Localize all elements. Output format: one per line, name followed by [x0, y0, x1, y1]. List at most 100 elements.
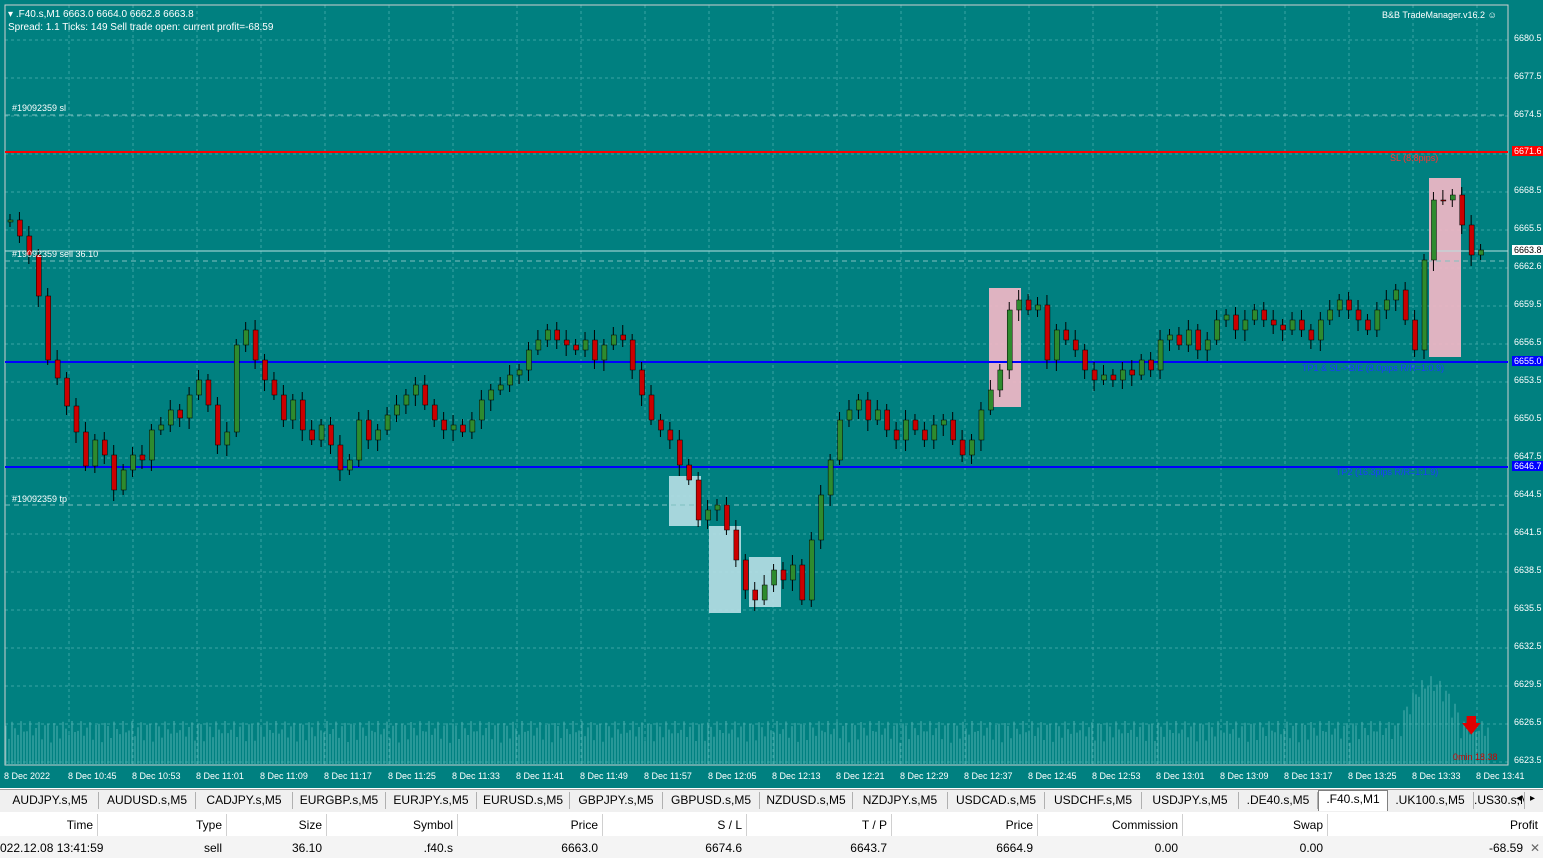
bear-candle — [252, 329, 259, 361]
symbol-tab[interactable]: EURGBP.s,M5 — [293, 792, 386, 809]
time-tick-label: 8 Dec 13:01 — [1156, 771, 1205, 781]
column-header[interactable]: Type — [196, 818, 222, 832]
bear-candle — [1270, 319, 1277, 326]
column-header[interactable]: Price — [571, 818, 598, 832]
column-header[interactable]: Size — [299, 818, 322, 832]
bear-candle — [299, 399, 306, 431]
bear-candle — [950, 419, 956, 441]
bull-candle — [168, 409, 174, 426]
symbol-tab[interactable]: AUDUSD.s,M5 — [99, 792, 196, 809]
bear-candle — [281, 394, 287, 421]
column-header[interactable]: Profit — [1510, 818, 1538, 832]
time-tick-label: 8 Dec 12:37 — [964, 771, 1013, 781]
bear-candle — [1176, 334, 1183, 346]
bull-candle — [394, 404, 400, 416]
trade-cell: 0.00 — [1154, 841, 1178, 855]
bull-candle — [479, 399, 485, 421]
bull-candle — [1318, 319, 1324, 341]
bull-candle — [903, 419, 909, 441]
tab-scroll-left-icon[interactable]: ◂ — [1516, 793, 1521, 804]
bear-candle — [1063, 329, 1070, 341]
price-chart[interactable]: ▾ .F40.s,M1 6663.0 6664.0 6662.8 6663.8 … — [0, 0, 1543, 788]
bear-candle — [1402, 289, 1409, 321]
bull-candle — [1327, 309, 1333, 321]
column-header[interactable]: Time — [67, 818, 93, 832]
symbol-tab[interactable]: AUDJPY.s,M5 — [2, 792, 99, 809]
tp2-text: TP2 (16.3pips R/R=1:1.9) — [1336, 467, 1439, 477]
column-header[interactable]: Swap — [1293, 818, 1323, 832]
column-header[interactable]: Price — [1006, 818, 1033, 832]
symbol-tab[interactable]: USDCHF.s,M5 — [1045, 792, 1142, 809]
symbol-tab[interactable]: USDCAD.s,M5 — [948, 792, 1045, 809]
bear-candle — [111, 454, 117, 491]
bear-candle — [1091, 369, 1098, 381]
bear-candle — [1148, 359, 1154, 371]
symbol-tab[interactable]: .UK100.s,M5 — [1387, 792, 1474, 809]
smiley-icon: ☺ — [1487, 10, 1497, 20]
tab-scroll-right-icon[interactable]: ▸ — [1530, 793, 1535, 804]
trade-cell: 022.12.08 13:41:59 — [0, 841, 104, 855]
symbol-tab[interactable]: NZDUSD.s,M5 — [760, 792, 853, 809]
price-tick-label: 6644.5 — [1514, 489, 1542, 499]
symbol-tab[interactable]: EURUSD.s,M5 — [477, 792, 570, 809]
trade-cell: 36.10 — [291, 841, 322, 855]
bear-candle — [1299, 319, 1305, 331]
time-tick-label: 8 Dec 12:45 — [1028, 771, 1077, 781]
close-trade-icon[interactable]: ✕ — [1530, 841, 1540, 855]
collapse-arrow-icon[interactable]: ▾ — [8, 9, 16, 20]
bear-candle — [686, 464, 692, 481]
price-tick-label: 6647.5 — [1514, 451, 1542, 461]
bull-candle — [186, 394, 193, 419]
bull-candle — [158, 424, 165, 431]
bear-candle — [365, 419, 372, 441]
bull-candle — [7, 219, 14, 223]
entry-order-label: #19092359 sell 36.10 — [12, 249, 99, 259]
column-header[interactable]: S / L — [717, 818, 742, 832]
bear-candle — [431, 404, 438, 421]
price-tick-label: 6662.6 — [1514, 261, 1542, 271]
symbol-tab[interactable]: GBPUSD.s,M5 — [663, 792, 760, 809]
bull-candle — [978, 409, 985, 441]
column-header[interactable]: T / P — [862, 818, 887, 832]
bear-candle — [54, 359, 61, 379]
symbol-tab[interactable]: CADJPY.s,M5 — [196, 792, 293, 809]
time-tick-label: 8 Dec 2022 — [4, 771, 51, 781]
price-tick-label: 6680.5 — [1514, 33, 1542, 43]
bear-candle — [1261, 309, 1268, 321]
symbol-tab[interactable]: NZDJPY.s,M5 — [853, 792, 948, 809]
bull-candle — [1384, 299, 1390, 311]
bear-candle — [1025, 299, 1032, 311]
trade-terminal: Time Type Size Symbol Price S / L T / P Price Co… — [0, 812, 1543, 864]
trade-cell: 6643.7 — [850, 841, 887, 855]
symbol-tab[interactable]: .DE40.s,M5 — [1239, 792, 1318, 809]
bear-candle — [441, 419, 447, 431]
bull-candle — [196, 379, 202, 396]
bull-candle — [1289, 319, 1296, 331]
bull-candle — [1336, 299, 1343, 311]
bear-candle — [563, 339, 570, 346]
bull-candle — [827, 459, 834, 496]
symbol-tab[interactable]: .F40.s,M1 — [1318, 790, 1388, 811]
sl-pips-text: SL (8.8pips) — [1390, 153, 1439, 163]
bull-candle — [469, 419, 476, 433]
bull-candle — [149, 429, 155, 461]
column-header[interactable]: Symbol — [413, 818, 453, 832]
bear-candle — [1346, 299, 1352, 311]
chart-canvas[interactable] — [0, 0, 1543, 788]
bull-candle — [790, 564, 796, 581]
bear-candle — [629, 339, 636, 371]
bear-candle — [912, 419, 919, 431]
symbol-tab[interactable]: GBPJPY.s,M5 — [570, 792, 663, 809]
symbol-tab[interactable]: USDJPY.s,M5 — [1142, 792, 1239, 809]
symbol-tab[interactable]: EURJPY.s,M5 — [386, 792, 477, 809]
tp1-price-tag: 6655.0 — [1512, 356, 1543, 366]
bull-candle — [1186, 329, 1192, 346]
bear-candle — [17, 219, 23, 237]
bull-candle — [1421, 259, 1428, 351]
bull-candle — [818, 494, 824, 541]
price-tick-label: 6635.5 — [1514, 603, 1542, 613]
bull-candle — [224, 431, 231, 446]
supply-zone — [989, 288, 1021, 407]
column-header[interactable]: Commission — [1112, 818, 1178, 832]
trade-row[interactable]: 022.12.08 13:41:59 sell 36.10 .f40.s 6663.0 6… — [0, 836, 1543, 858]
